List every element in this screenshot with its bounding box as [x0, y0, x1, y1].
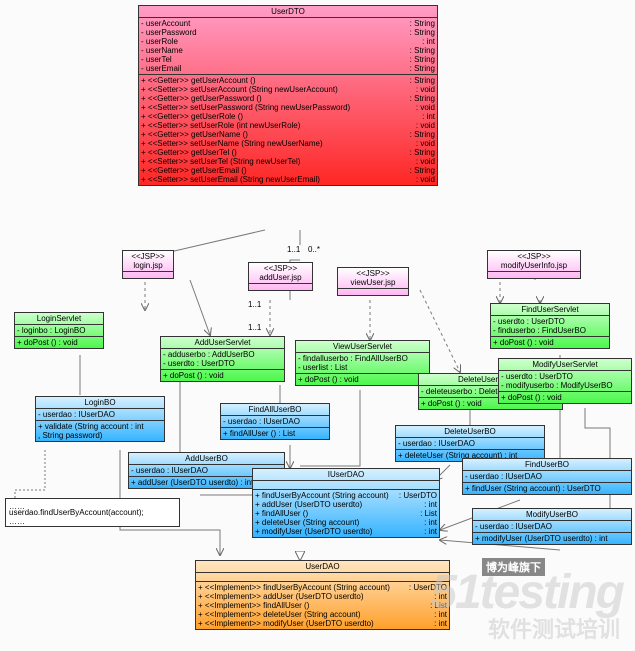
title: UserDTO	[139, 6, 437, 18]
class-modifyuserservlet: ModifyUserServlet - userdto : UserDTO- m…	[498, 358, 632, 404]
mult: 0..*	[308, 245, 320, 254]
mult: 1..1	[287, 245, 300, 254]
class-viewuserservlet: ViewUserServlet - findalluserbo : FindAl…	[295, 340, 430, 386]
jsp-adduser: <<JSP>>addUser.jsp	[248, 262, 313, 291]
watermark-badge: 博为峰旗下	[482, 558, 545, 576]
note: …… userdao.findUserByAccount(account); ……	[5, 498, 180, 527]
class-modifyuserbo: ModifyUserBO - userdao : IUserDAO+ modif…	[472, 508, 632, 545]
class-userdao: UserDAO + <<Implement>> findUserByAccoun…	[195, 560, 450, 630]
jsp-login: <<JSP>>login.jsp	[122, 250, 174, 279]
class-loginbo: LoginBO - userdao : IUserDAO+ validate (…	[35, 396, 165, 442]
attrs: - userAccount: String- userPassword: Str…	[139, 18, 437, 75]
ops: + <<Getter>> getUserAccount (): String+ …	[139, 75, 437, 185]
class-deleteuserbo: DeleteUserBO - userdao : IUserDAO+ delet…	[395, 425, 545, 462]
class-userdto: UserDTO - userAccount: String- userPassw…	[138, 5, 438, 186]
mult: 1..1	[248, 323, 261, 332]
watermark-text: 软件测试培训	[488, 612, 620, 644]
class-finduserbo: FindUserBO - userdao : IUserDAO+ findUse…	[462, 458, 632, 495]
jsp-modify: <<JSP>>modifyUserInfo.jsp	[487, 250, 581, 279]
class-finduserservlet: FindUserServlet - userdto : UserDTO- fin…	[490, 303, 610, 349]
mult: 1..1	[248, 300, 261, 309]
jsp-viewuser: <<JSP>>viewUser.jsp	[337, 267, 409, 296]
class-findalluserbo: FindAllUserBO - userdao : IUserDAO+ find…	[220, 403, 330, 440]
interface-iuserdao: IUserDAO + findUserByAccount (String acc…	[252, 468, 440, 538]
class-loginservlet: LoginServlet - loginbo : LoginBO+ doPost…	[14, 312, 104, 349]
watermark-logo: 51testing	[430, 565, 623, 620]
class-adduserservlet: AddUserServlet - adduserbo : AddUserBO- …	[160, 336, 285, 382]
